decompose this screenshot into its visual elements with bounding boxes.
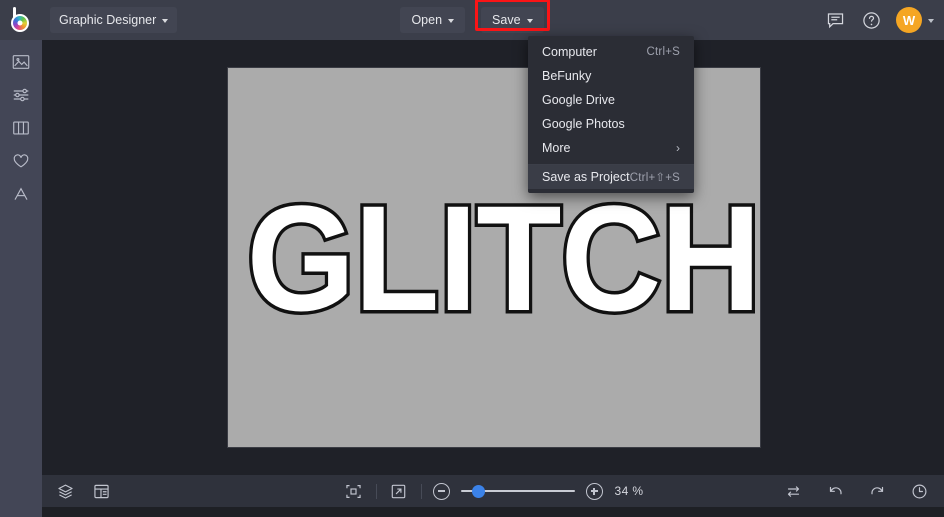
menu-item-save-as-project[interactable]: Save as Project Ctrl+⇧+S: [528, 165, 694, 189]
save-button-label: Save: [492, 13, 521, 27]
zoom-slider[interactable]: [460, 484, 575, 498]
expand-arrow-icon[interactable]: [388, 480, 410, 502]
toolbar-divider: [375, 483, 377, 499]
sidebar-item-templates[interactable]: [4, 116, 38, 140]
sidebar-item-graphics[interactable]: [4, 149, 38, 173]
redo-arrow-icon[interactable]: [866, 480, 888, 502]
menu-item-shortcut: Ctrl+S: [646, 46, 680, 58]
image-icon: [11, 52, 31, 72]
sidebar-item-image-manager[interactable]: [4, 50, 38, 74]
befunky-logo-icon[interactable]: [0, 0, 42, 40]
canvas-workspace[interactable]: GLITCH: [42, 40, 944, 475]
left-tool-rail: [0, 40, 42, 517]
layers-icon[interactable]: [54, 480, 76, 502]
minus-bar: [437, 490, 445, 492]
plus-bar-v: [593, 487, 595, 495]
bottom-right-tools: [782, 475, 930, 507]
zoom-in-button[interactable]: [585, 482, 603, 500]
sidebar-item-edit[interactable]: [4, 83, 38, 107]
chevron-right-icon: ›: [676, 141, 680, 155]
menu-item-shortcut: Ctrl+⇧+S: [629, 172, 680, 184]
avatar-chevron-down-icon[interactable]: [928, 19, 934, 23]
sidebar-item-text[interactable]: [4, 182, 38, 206]
zoom-level-value: 34 %: [614, 484, 644, 498]
menu-item-label: Google Photos: [542, 117, 625, 131]
save-dropdown-menu: Computer Ctrl+S BeFunky Google Drive Goo…: [528, 36, 694, 193]
open-button-label: Open: [411, 13, 443, 27]
save-button-wrapper: Save: [475, 0, 550, 33]
fit-to-screen-icon[interactable]: [343, 480, 365, 502]
menu-item-label: More: [542, 141, 571, 155]
chevron-down-icon: [448, 19, 455, 23]
columns-icon: [11, 118, 31, 138]
app-mode-label: Graphic Designer: [59, 13, 157, 27]
menu-item-google-drive[interactable]: Google Drive: [528, 88, 694, 112]
swap-compare-icon[interactable]: [782, 480, 804, 502]
menu-bottom-padding: [528, 189, 694, 193]
menu-item-google-photos[interactable]: Google Photos: [528, 112, 694, 136]
heart-icon: [11, 151, 31, 171]
chevron-down-icon: [162, 19, 169, 23]
canvas-text-glitch[interactable]: GLITCH: [243, 179, 764, 336]
zoom-out-button[interactable]: [432, 482, 450, 500]
bottom-left-tools: [42, 480, 112, 502]
top-header: Graphic Designer Open Save W: [0, 0, 944, 40]
menu-item-more[interactable]: More ›: [528, 136, 694, 160]
header-right-actions: W: [824, 0, 934, 40]
menu-item-label: Google Drive: [542, 93, 615, 107]
layout-panel-icon[interactable]: [90, 480, 112, 502]
zoom-slider-handle[interactable]: [471, 484, 485, 498]
menu-item-label: Computer: [542, 45, 597, 59]
chat-bubble-icon[interactable]: [824, 9, 846, 31]
menu-item-label: Save as Project: [542, 170, 630, 184]
bottom-toolbar: 34 %: [42, 475, 944, 507]
save-button[interactable]: Save: [481, 7, 544, 33]
menu-item-befunky[interactable]: BeFunky: [528, 64, 694, 88]
avatar[interactable]: W: [896, 7, 922, 33]
menu-item-label: BeFunky: [542, 69, 592, 83]
logo-color-wheel: [11, 14, 29, 32]
avatar-initial: W: [902, 12, 916, 28]
help-circle-icon[interactable]: [860, 9, 882, 31]
menu-item-computer[interactable]: Computer Ctrl+S: [528, 40, 694, 64]
app-mode-selector[interactable]: Graphic Designer: [50, 7, 178, 33]
sliders-icon: [11, 85, 32, 105]
toolbar-divider: [420, 483, 422, 499]
text-a-icon: [11, 184, 31, 204]
chevron-down-icon: [526, 19, 533, 23]
undo-arrow-icon[interactable]: [824, 480, 846, 502]
history-clock-icon[interactable]: [908, 480, 930, 502]
app-root: Graphic Designer Open Save W Computer Ct…: [0, 0, 944, 517]
open-button[interactable]: Open: [400, 7, 466, 33]
